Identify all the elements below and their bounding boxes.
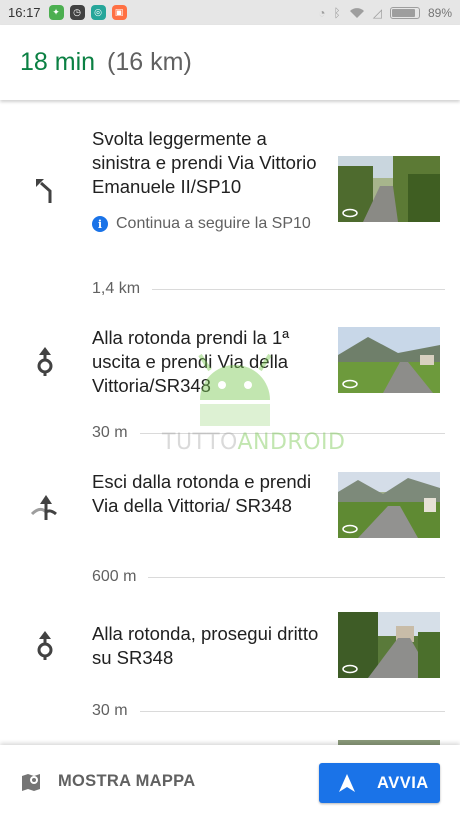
status-time: 16:17 xyxy=(8,5,41,20)
step-instruction: Alla rotonda, prosegui dritto su SR348 xyxy=(92,623,319,668)
bottom-action-bar: MOSTRA MAPPA AVVIA xyxy=(0,745,460,818)
clock-notification-icon: ◷ xyxy=(69,5,85,20)
step-note-text: Continua a seguire la SP10 xyxy=(116,215,311,232)
street-view-thumbnail[interactable] xyxy=(338,612,440,678)
directions-list[interactable]: Svolta leggermente a sinistra e prendi V… xyxy=(0,100,460,745)
divider-line xyxy=(148,576,445,578)
alarm-icon: ◔ xyxy=(318,5,326,20)
route-summary-header: 18 min (16 km) xyxy=(0,25,460,100)
rotate-360-icon xyxy=(342,379,358,389)
divider-line xyxy=(152,288,445,290)
route-distance: (16 km) xyxy=(107,48,192,76)
street-view-thumbnail[interactable] xyxy=(338,472,440,538)
step-distance: 1,4 km xyxy=(92,280,141,297)
roundabout-exit-icon xyxy=(30,495,57,520)
battery-percent: 89% xyxy=(427,5,452,20)
roundabout-icon xyxy=(37,347,53,376)
app-notification-icon: ✦ xyxy=(48,5,64,20)
step-note: i Continua a seguire la SP10 xyxy=(92,213,316,234)
rotate-360-icon xyxy=(342,524,358,534)
settings-notification-icon: ◎ xyxy=(90,5,106,20)
step-distance-divider: 30 m xyxy=(92,702,460,720)
step-distance: 30 m xyxy=(92,424,128,441)
map-pin-icon xyxy=(22,773,40,791)
step-distance: 600 m xyxy=(92,568,137,585)
camera-notification-icon: ▣ xyxy=(111,5,127,20)
watermark-part2: ANDROID xyxy=(237,430,346,455)
show-map-label: MOSTRA MAPPA xyxy=(58,772,196,790)
navigation-arrow-icon xyxy=(339,774,355,792)
start-navigation-label: AVVIA xyxy=(377,773,429,792)
route-duration: 18 min xyxy=(20,48,96,76)
info-icon: i xyxy=(92,216,108,232)
wifi-icon xyxy=(349,7,364,18)
step-instruction: Alla rotonda prendi la 1ª uscita e prend… xyxy=(92,327,290,396)
step-instruction: Svolta leggermente a sinistra e prendi V… xyxy=(92,128,317,197)
turn-slight-left-icon xyxy=(36,179,52,203)
bluetooth-icon: ᛒ xyxy=(333,5,341,20)
watermark-part1: TUTTO xyxy=(162,430,238,455)
street-view-thumbnail[interactable] xyxy=(338,327,440,393)
roundabout-icon xyxy=(37,631,53,660)
step-instruction: Esci dalla rotonda e prendi Via della Vi… xyxy=(92,471,312,516)
signal-icon: ◿ xyxy=(372,5,382,20)
step-distance: 30 m xyxy=(92,702,128,719)
show-map-button[interactable]: MOSTRA MAPPA xyxy=(20,771,195,793)
start-navigation-button[interactable]: AVVIA xyxy=(319,763,440,803)
rotate-360-icon xyxy=(342,208,358,218)
step-distance-divider: 1,4 km xyxy=(92,280,460,298)
status-bar: 16:17 ✦ ◷ ◎ ▣ ◔ ᛒ ◿ 89% xyxy=(0,0,460,25)
watermark-text: TUTTOANDROID xyxy=(162,430,345,455)
battery-icon xyxy=(389,6,420,19)
step-distance-divider: 600 m xyxy=(92,568,460,586)
street-view-thumbnail[interactable] xyxy=(338,156,440,222)
rotate-360-icon xyxy=(342,664,358,674)
divider-line xyxy=(139,710,445,712)
